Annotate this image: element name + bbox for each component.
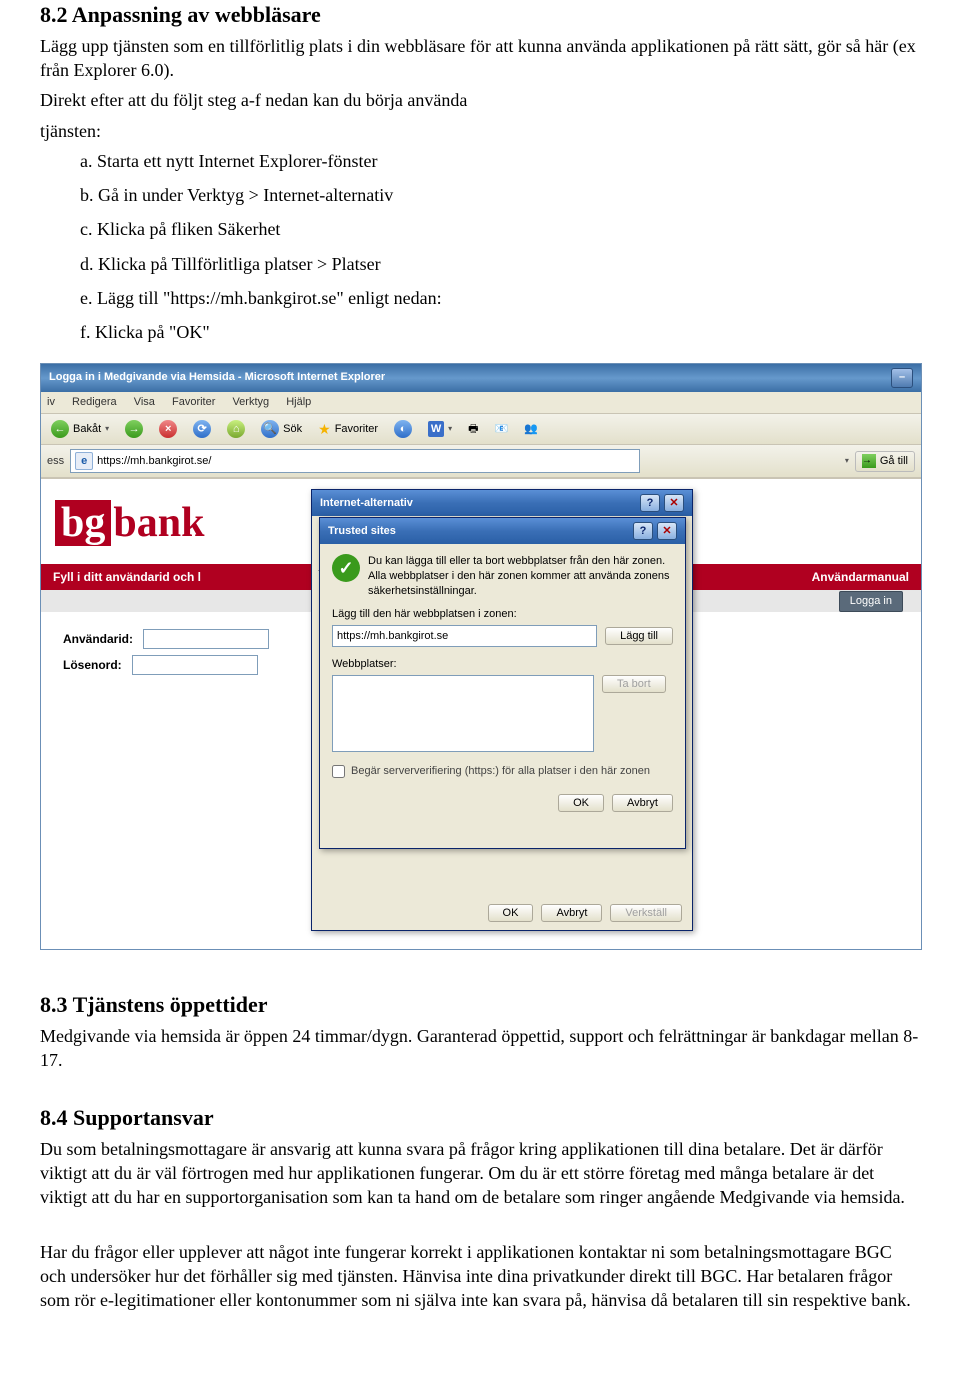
- logo-bank: bank: [113, 500, 204, 546]
- para-8-4-2: Har du frågor eller upplever att något i…: [40, 1240, 920, 1313]
- print-icon: 🖶: [468, 422, 478, 437]
- menu-visa[interactable]: Visa: [134, 396, 155, 408]
- login-button[interactable]: Logga in: [839, 591, 903, 612]
- search-icon: 🔍: [261, 420, 279, 438]
- para-8-2-1: Lägg upp tjänsten som en tillförlitlig p…: [40, 34, 920, 83]
- para-8-2-3: tjänsten:: [40, 119, 920, 143]
- dialog2-ok-button[interactable]: OK: [558, 794, 604, 812]
- chevron-down-icon: ▾: [105, 424, 109, 435]
- ie-addressbar: ess e https://mh.bankgirot.se/ ▾ → Gå ti…: [41, 445, 921, 478]
- refresh-icon: ⟳: [193, 420, 211, 438]
- messenger-button[interactable]: 👥: [520, 420, 542, 439]
- add-site-button[interactable]: Lägg till: [605, 627, 673, 645]
- dialog2-help-button[interactable]: ?: [633, 522, 653, 540]
- address-dropdown-icon[interactable]: ▾: [845, 456, 849, 467]
- password-label: Lösenord:: [63, 657, 122, 673]
- go-icon: →: [862, 454, 876, 468]
- trusted-sites-description: Du kan lägga till eller ta bort webbplat…: [368, 554, 673, 599]
- dialog1-cancel-button[interactable]: Avbryt: [541, 904, 602, 922]
- para-8-3: Medgivande via hemsida är öppen 24 timma…: [40, 1024, 920, 1073]
- login-fields: Användarid: Lösenord:: [63, 629, 269, 681]
- para-8-4-1: Du som betalningsmottagare är ansvarig a…: [40, 1137, 920, 1210]
- refresh-button[interactable]: ⟳: [189, 418, 215, 440]
- forward-icon: →: [125, 420, 143, 438]
- ie-menubar: iv Redigera Visa Favoriter Verktyg Hjälp: [41, 392, 921, 414]
- search-label: Sök: [283, 422, 302, 437]
- dialog1-close-button[interactable]: ✕: [664, 494, 684, 512]
- step-c: Klicka på fliken Säkerhet: [97, 219, 280, 239]
- mail-button[interactable]: 📧: [491, 420, 513, 439]
- print-button[interactable]: 🖶: [464, 420, 482, 439]
- userid-label: Användarid:: [63, 631, 133, 647]
- media-button[interactable]: ◐: [390, 418, 416, 440]
- back-button[interactable]: ← Bakåt ▾: [47, 418, 113, 440]
- star-icon: ★: [318, 420, 331, 439]
- home-button[interactable]: ⌂: [223, 418, 249, 440]
- sites-list-label: Webbplatser:: [332, 657, 673, 672]
- media-icon: ◐: [394, 420, 412, 438]
- address-label: ess: [47, 454, 64, 469]
- forward-button[interactable]: →: [121, 418, 147, 440]
- step-d: Klicka på Tillförlitliga platser > Plats…: [98, 254, 381, 274]
- ie-titlebar: Logga in i Medgivande via Hemsida - Micr…: [41, 364, 921, 392]
- check-icon: ✓: [332, 554, 360, 582]
- require-https-label: Begär serververifiering (https:) för all…: [351, 764, 650, 779]
- menu-hjalp[interactable]: Hjälp: [286, 396, 311, 408]
- go-button[interactable]: → Gå till: [855, 451, 915, 472]
- password-input[interactable]: [132, 655, 258, 675]
- add-site-input[interactable]: [332, 625, 597, 647]
- dialog2-title: Trusted sites: [328, 524, 396, 539]
- ie-window-title: Logga in i Medgivande via Hemsida - Micr…: [49, 370, 385, 385]
- dialog1-title: Internet-alternativ: [320, 496, 413, 511]
- step-e: Lägg till "https://mh.bankgirot.se" enli…: [97, 288, 442, 308]
- dialog2-cancel-button[interactable]: Avbryt: [612, 794, 673, 812]
- stop-button[interactable]: ×: [155, 418, 181, 440]
- ie-page-content: bgbank Fyll i ditt användarid och l Anvä…: [41, 478, 921, 949]
- home-icon: ⌂: [227, 420, 245, 438]
- remove-site-button[interactable]: Ta bort: [602, 675, 666, 693]
- menu-verktyg[interactable]: Verktyg: [232, 396, 269, 408]
- heading-8-3: 8.3 Tjänstens öppettider: [40, 990, 920, 1020]
- para-8-2-2: Direkt efter att du följt steg a-f nedan…: [40, 88, 920, 112]
- redbar-left-text: Fyll i ditt användarid och l: [53, 569, 201, 585]
- menu-redigera[interactable]: Redigera: [72, 396, 117, 408]
- step-f: Klicka på "OK": [95, 322, 210, 342]
- go-label: Gå till: [880, 454, 908, 469]
- require-https-checkbox[interactable]: [332, 765, 345, 778]
- dialog1-ok-button[interactable]: OK: [488, 904, 534, 922]
- step-a: Starta ett nytt Internet Explorer-fönste…: [97, 151, 378, 171]
- add-site-label: Lägg till den här webbplatsen i zonen:: [332, 607, 673, 622]
- dialog2-close-button[interactable]: ✕: [657, 522, 677, 540]
- back-icon: ←: [51, 420, 69, 438]
- favorites-label: Favoriter: [335, 422, 378, 437]
- stop-icon: ×: [159, 420, 177, 438]
- ie-window: Logga in i Medgivande via Hemsida - Micr…: [40, 363, 922, 951]
- msn-icon: 👥: [524, 422, 538, 437]
- minimize-button[interactable]: –: [891, 368, 913, 388]
- bankgirot-logo: bgbank: [55, 495, 204, 552]
- mail-icon: 📧: [495, 422, 509, 437]
- logo-bg: bg: [55, 500, 111, 546]
- menu-favoriter[interactable]: Favoriter: [172, 396, 215, 408]
- ie-page-icon: e: [75, 452, 93, 470]
- dialog1-apply-button[interactable]: Verkställ: [610, 904, 682, 922]
- heading-8-2: 8.2 Anpassning av webbläsare: [40, 0, 920, 30]
- word-button[interactable]: W▾: [424, 419, 456, 439]
- favorites-button[interactable]: ★ Favoriter: [314, 418, 382, 441]
- sites-listbox[interactable]: [332, 675, 594, 752]
- trusted-sites-dialog: Trusted sites ? ✕ ✓ Du kan lägga till el…: [319, 517, 686, 849]
- heading-8-4: 8.4 Supportansvar: [40, 1103, 920, 1133]
- userid-input[interactable]: [143, 629, 269, 649]
- back-label: Bakåt: [73, 422, 101, 437]
- search-button[interactable]: 🔍 Sök: [257, 418, 306, 440]
- menu-iv[interactable]: iv: [47, 396, 55, 408]
- ie-toolbar: ← Bakåt ▾ → × ⟳ ⌂ 🔍 Sök: [41, 414, 921, 446]
- redbar-right-link[interactable]: Användarmanual: [812, 569, 909, 585]
- step-b: Gå in under Verktyg > Internet-alternati…: [98, 185, 393, 205]
- address-input[interactable]: e https://mh.bankgirot.se/: [70, 449, 640, 473]
- url-text: https://mh.bankgirot.se/: [97, 454, 211, 469]
- dialog1-help-button[interactable]: ?: [640, 494, 660, 512]
